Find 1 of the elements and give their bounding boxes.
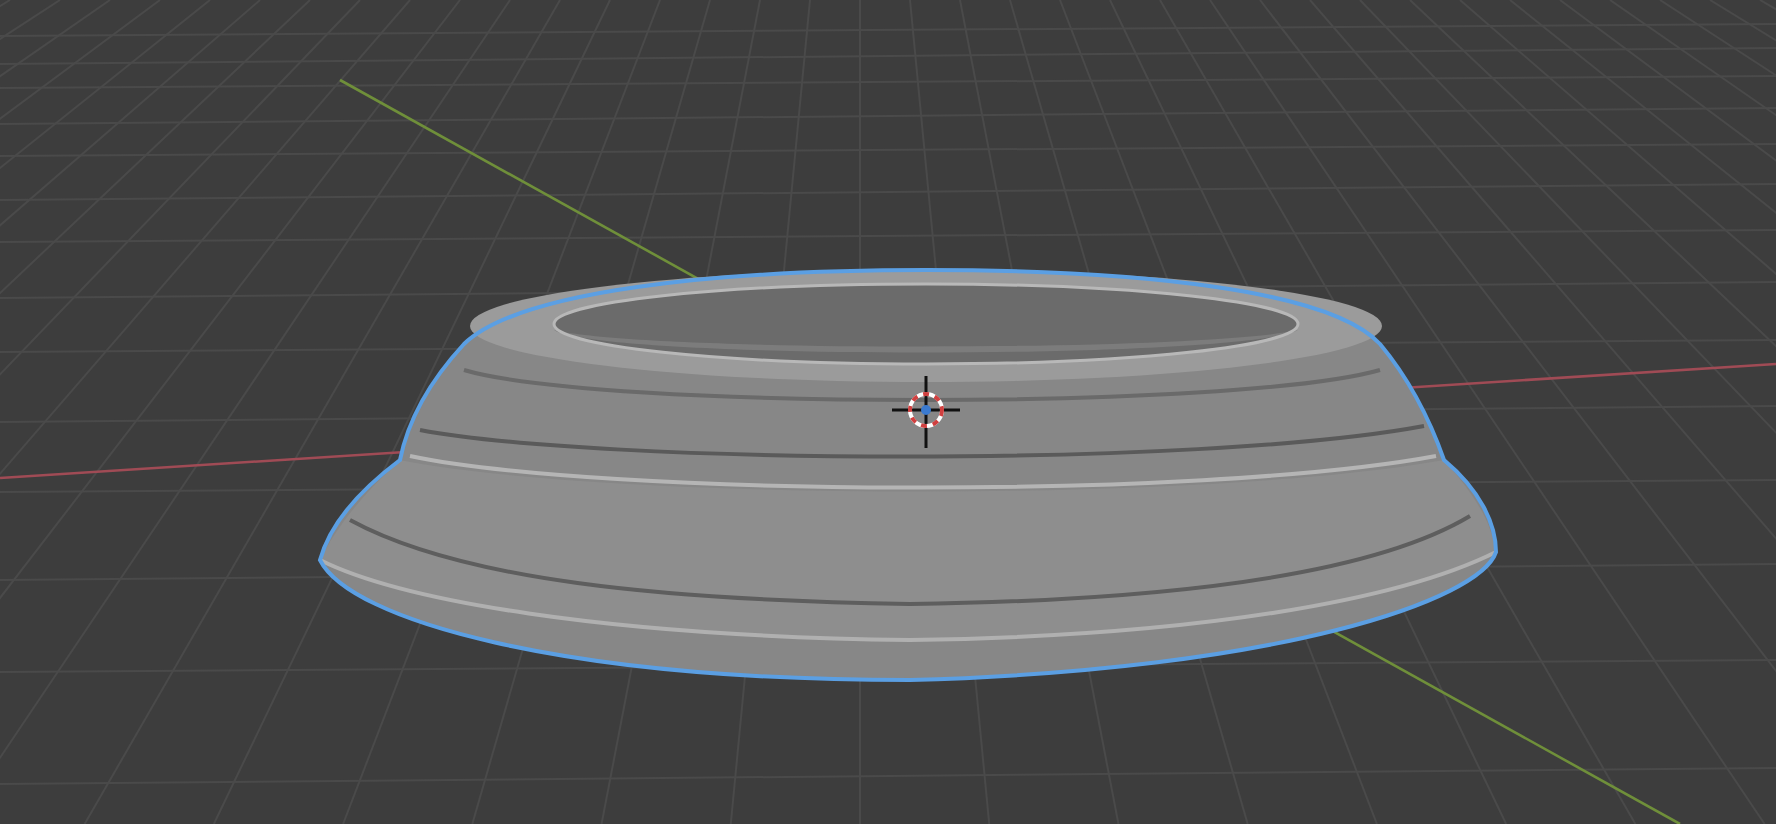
crosshair-cursor-icon[interactable] — [892, 376, 960, 448]
